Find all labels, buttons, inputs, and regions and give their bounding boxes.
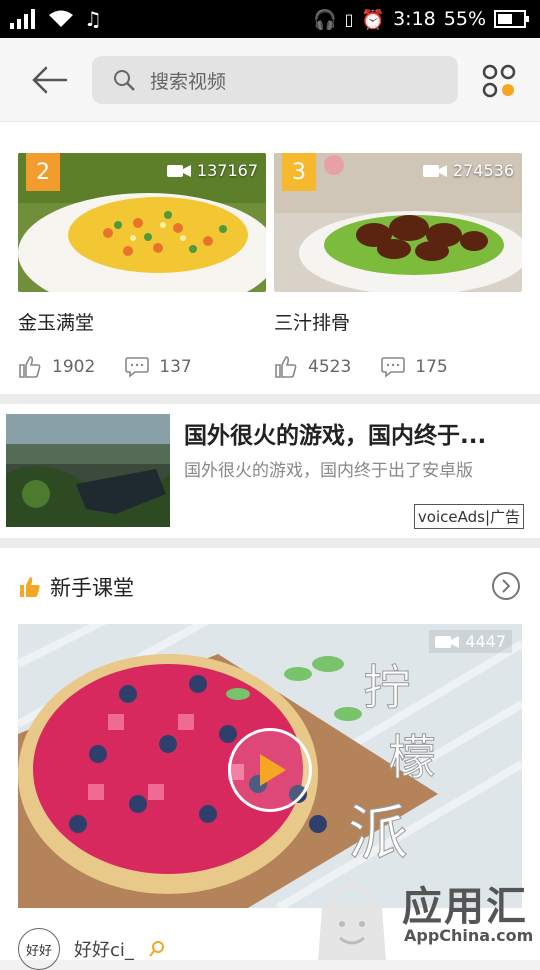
watermark-text: 应用汇 <box>402 884 528 930</box>
ranking-section: 2 137167 金玉满堂 1902 137 3 274536 三汁排骨 452… <box>0 122 540 394</box>
comment-icon <box>381 357 406 378</box>
thumbs-up-icon <box>275 356 297 378</box>
video-title[interactable]: 金玉满堂 <box>18 308 266 335</box>
view-count: 137167 <box>166 161 258 180</box>
more-button[interactable] <box>492 572 520 600</box>
section-divider <box>0 394 540 404</box>
avatar[interactable]: 好好 <box>18 928 60 970</box>
watermark-url: AppChina.com <box>404 926 534 945</box>
thumbs-up-icon <box>20 577 40 597</box>
battery-percent: 55% <box>443 8 486 30</box>
play-icon <box>260 754 286 786</box>
featured-video-thumbnail[interactable]: 拧 檬 派 4447 <box>18 624 522 908</box>
top-header: 搜索视频 <box>0 38 540 122</box>
video-thumbnail[interactable]: 2 137167 <box>18 153 266 292</box>
battery-icon <box>494 10 529 28</box>
section-header: 新手课堂 <box>18 572 134 602</box>
status-bar: ♫ 🎧 ▯ ⏰ 3:18 55% <box>0 0 540 38</box>
section-divider <box>0 538 540 548</box>
signal-icon <box>10 9 35 29</box>
view-count: 274536 <box>422 161 514 180</box>
video-camera-icon <box>435 635 460 648</box>
video-camera-icon <box>166 164 191 177</box>
like-stat[interactable]: 4523 <box>274 355 351 379</box>
headphones-icon: 🎧 <box>312 8 337 31</box>
video-card[interactable]: 3 274536 三汁排骨 4523 175 <box>274 153 522 379</box>
play-button[interactable] <box>228 728 312 812</box>
author-name[interactable]: 好好ci_ <box>74 936 134 962</box>
rank-badge: 3 <box>282 153 316 191</box>
rank-badge: 2 <box>26 153 60 191</box>
video-card[interactable]: 2 137167 金玉满堂 1902 137 <box>18 153 266 379</box>
video-title[interactable]: 三汁排骨 <box>274 308 522 335</box>
alarm-icon: ⏰ <box>361 8 386 31</box>
back-arrow-icon[interactable] <box>30 60 70 100</box>
comment-stat[interactable]: 137 <box>125 356 192 378</box>
svg-text:派: 派 <box>348 799 408 869</box>
svg-text:拧: 拧 <box>363 660 411 716</box>
chevron-right-icon <box>502 579 511 593</box>
search-bar[interactable]: 搜索视频 <box>92 56 458 104</box>
ad-banner[interactable]: 国外很火的游戏，国内终于... 国外很火的游戏，国内终于出了安卓版 voiceA… <box>0 404 540 538</box>
search-badge-icon <box>149 941 164 957</box>
search-placeholder: 搜索视频 <box>150 70 227 93</box>
author-row[interactable]: 好好 好好ci_ <box>18 928 166 970</box>
status-time: 3:18 <box>393 8 436 30</box>
video-camera-icon <box>422 164 447 177</box>
svg-text:檬: 檬 <box>388 730 436 786</box>
appchina-watermark: 应用汇 AppChina.com <box>312 868 540 960</box>
ad-description: 国外很火的游戏，国内终于出了安卓版 <box>184 461 473 481</box>
ad-badge: voiceAds|广告 <box>413 504 524 529</box>
like-stat[interactable]: 1902 <box>18 355 95 379</box>
section-title: 新手课堂 <box>50 576 134 600</box>
ad-title[interactable]: 国外很火的游戏，国内终于... <box>184 416 486 450</box>
ad-image[interactable] <box>6 414 170 527</box>
video-thumbnail[interactable]: 3 274536 <box>274 153 522 292</box>
wifi-icon <box>49 10 73 27</box>
view-count: 4447 <box>429 630 512 653</box>
search-icon <box>114 70 135 91</box>
comment-stat[interactable]: 175 <box>381 356 448 378</box>
thumbs-up-icon <box>19 356 41 378</box>
vibrate-icon: ▯ <box>344 9 354 29</box>
music-icon: ♫ <box>84 7 102 31</box>
grid-menu-icon[interactable] <box>482 64 516 98</box>
comment-icon <box>125 357 150 378</box>
